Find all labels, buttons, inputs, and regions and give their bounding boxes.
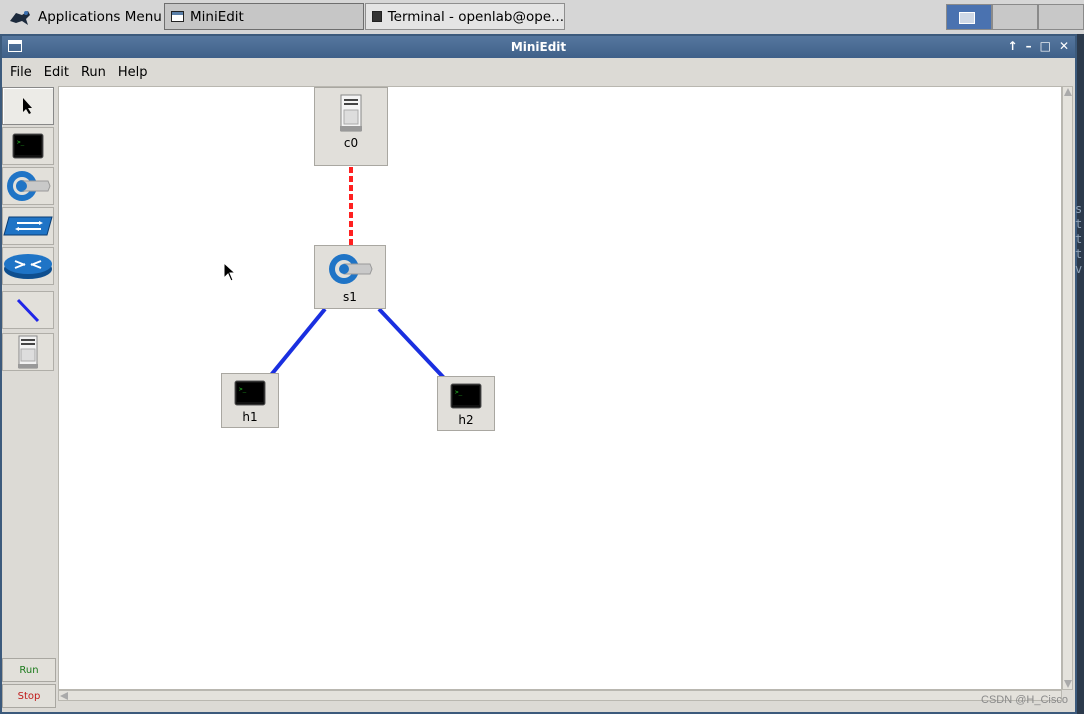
- watermark: CSDN @H_Cisco: [981, 694, 1068, 706]
- pointer-icon: [23, 98, 32, 114]
- background-terminal-edge: [1077, 34, 1084, 714]
- workspace-2[interactable]: [992, 4, 1038, 30]
- menu-file[interactable]: File: [10, 65, 32, 80]
- workspace-1[interactable]: [946, 4, 992, 30]
- mouse-logo-icon: [10, 10, 30, 25]
- link-line-icon: [16, 298, 40, 323]
- close-button[interactable]: ✕: [1059, 39, 1069, 53]
- node-label: h1: [242, 410, 258, 424]
- openflow-switch-icon: [7, 171, 51, 201]
- topology-canvas[interactable]: c0 s1 >_ h1 >_ h2: [58, 86, 1062, 690]
- terminal-icon: >_: [12, 133, 44, 159]
- switch-tool[interactable]: [2, 167, 54, 205]
- node-label: s1: [343, 290, 357, 304]
- link-s1-h1[interactable]: [269, 307, 327, 377]
- title-bar[interactable]: MiniEdit ↑ – □ ✕: [2, 36, 1075, 58]
- node-c0[interactable]: c0: [314, 87, 388, 166]
- menu-bar: File Edit Run Help: [2, 58, 1075, 86]
- router-icon: [4, 254, 52, 279]
- stop-button[interactable]: Stop: [2, 684, 56, 708]
- tool-palette: >_ Run Stop: [2, 87, 57, 709]
- taskbar-item-label: MiniEdit: [190, 8, 244, 25]
- run-button[interactable]: Run: [2, 658, 56, 682]
- window-controls: ↑ – □ ✕: [1008, 39, 1069, 53]
- taskbar-item-label: Terminal - openlab@ope...: [387, 8, 564, 25]
- workspace-3[interactable]: [1038, 4, 1084, 30]
- menu-run[interactable]: Run: [81, 65, 106, 80]
- menu-edit[interactable]: Edit: [44, 65, 69, 80]
- link-layer: [269, 167, 447, 381]
- scroll-left-arrow-icon[interactable]: [60, 692, 68, 700]
- mouse-cursor-icon: [223, 262, 237, 282]
- controller-tool[interactable]: [2, 333, 54, 371]
- taskbar-item-terminal[interactable]: Terminal - openlab@ope...: [365, 3, 565, 30]
- node-h1[interactable]: >_ h1: [221, 373, 279, 428]
- workspace-switcher[interactable]: [946, 4, 1084, 30]
- terminal-icon: >_: [450, 383, 482, 409]
- legacy-switch-tool[interactable]: [2, 207, 54, 245]
- taskbar: Applications Menu MiniEdit Terminal - op…: [0, 0, 1084, 35]
- scroll-up-arrow-icon[interactable]: [1064, 88, 1072, 96]
- background-terminal-text: s t t t v: [1075, 202, 1083, 276]
- window-title: MiniEdit: [510, 40, 567, 54]
- vertical-scrollbar[interactable]: [1062, 86, 1073, 690]
- router-tool[interactable]: [2, 247, 54, 285]
- node-s1[interactable]: s1: [314, 245, 386, 309]
- keep-above-button[interactable]: ↑: [1008, 39, 1018, 53]
- legacy-switch-icon: [3, 216, 53, 236]
- scroll-down-arrow-icon[interactable]: [1064, 680, 1072, 688]
- select-tool[interactable]: [2, 87, 54, 125]
- link-tool[interactable]: [2, 291, 54, 329]
- host-tool[interactable]: >_: [2, 127, 54, 165]
- applications-menu-button[interactable]: Applications Menu: [2, 3, 162, 30]
- node-label: c0: [343, 136, 359, 150]
- server-icon: [18, 335, 38, 369]
- maximize-button[interactable]: □: [1040, 39, 1051, 53]
- openflow-switch-icon: [329, 254, 373, 284]
- terminal-icon: >_: [234, 380, 266, 406]
- node-h2[interactable]: >_ h2: [437, 376, 495, 431]
- node-label: h2: [458, 413, 474, 427]
- minimize-button[interactable]: –: [1026, 39, 1032, 53]
- server-icon: [340, 94, 362, 132]
- applications-menu-label: Applications Menu: [38, 8, 162, 25]
- link-s1-h2[interactable]: [377, 307, 447, 381]
- svg-text:>_: >_: [239, 386, 247, 393]
- window-icon: [171, 11, 184, 22]
- horizontal-scrollbar[interactable]: [58, 690, 1062, 701]
- taskbar-item-miniedit[interactable]: MiniEdit: [164, 3, 364, 30]
- menu-help[interactable]: Help: [118, 65, 148, 80]
- terminal-icon: [372, 11, 382, 22]
- svg-text:>_: >_: [17, 139, 25, 146]
- svg-text:>_: >_: [455, 389, 463, 396]
